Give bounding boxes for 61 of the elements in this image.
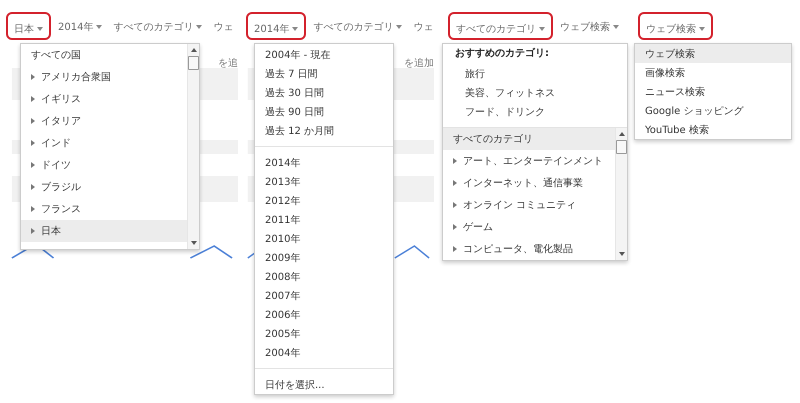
menu-item[interactable]: ニュース検索 bbox=[635, 82, 791, 101]
scroll-down-icon[interactable] bbox=[190, 241, 196, 245]
filter-dropdown-button[interactable]: ウェブ検索 bbox=[556, 16, 623, 38]
menu-item[interactable]: 2011年 bbox=[255, 210, 393, 229]
filter-dropdown-button[interactable]: 2014年 bbox=[54, 16, 106, 38]
menu-item[interactable]: コンピュータ、電化製品 bbox=[443, 238, 615, 260]
menu-item[interactable]: 2006年 bbox=[255, 305, 393, 324]
menu-item[interactable]: インド bbox=[21, 132, 187, 154]
menu-item[interactable]: 2004年 bbox=[255, 343, 393, 362]
scroll-up-icon[interactable] bbox=[190, 48, 196, 52]
menu-item[interactable]: 日本 bbox=[21, 220, 187, 242]
menu-item[interactable]: 画像検索 bbox=[635, 63, 791, 82]
menu-item[interactable]: 過去 30 日間 bbox=[255, 83, 393, 102]
menu-item[interactable]: ブラジル bbox=[21, 176, 187, 198]
filter-dropdown-button[interactable]: すべてのカテゴリ bbox=[309, 16, 406, 38]
menu-item[interactable]: イタリア bbox=[21, 110, 187, 132]
scrollbar[interactable] bbox=[187, 44, 199, 249]
menu-item[interactable]: 2009年 bbox=[255, 248, 393, 267]
filter-dropdown-button[interactable]: すべてのカテゴリ bbox=[109, 16, 206, 38]
menu-item[interactable]: 2014年 bbox=[255, 153, 393, 172]
menu-item[interactable]: オンライン コミュニティ bbox=[443, 194, 615, 216]
menu-item[interactable]: アート、エンターテインメント bbox=[443, 150, 615, 172]
scrollbar[interactable] bbox=[615, 128, 627, 260]
menu-item[interactable]: 2012年 bbox=[255, 191, 393, 210]
background-text: を追加 bbox=[404, 56, 434, 70]
background-text: を追 bbox=[218, 57, 238, 70]
menu-item[interactable]: アメリカ合衆国 bbox=[21, 66, 187, 88]
menu-item[interactable]: フランス bbox=[21, 198, 187, 220]
menu-item[interactable]: イギリス bbox=[21, 88, 187, 110]
menu-item[interactable]: ゲーム bbox=[443, 216, 615, 238]
menu-item[interactable]: 旅行 bbox=[443, 64, 627, 83]
filter-dropdown-button[interactable]: ウェブ検索 bbox=[638, 12, 713, 40]
menu-item[interactable]: 過去 7 日間 bbox=[255, 64, 393, 83]
filter-dropdown-button[interactable]: ウェ bbox=[209, 16, 238, 38]
section-heading: おすすめのカテゴリ: bbox=[454, 46, 550, 61]
menu-item[interactable]: フード、ドリンク bbox=[443, 102, 627, 121]
menu-item[interactable]: 過去 12 か月間 bbox=[255, 121, 393, 140]
menu-item[interactable]: 2010年 bbox=[255, 229, 393, 248]
filter-dropdown-button[interactable]: 2014年 bbox=[246, 12, 306, 40]
menu-item[interactable]: 2005年 bbox=[255, 324, 393, 343]
scrollbar-thumb[interactable] bbox=[616, 140, 627, 154]
scroll-up-icon[interactable] bbox=[618, 132, 624, 136]
menu-item[interactable]: 2007年 bbox=[255, 286, 393, 305]
menu-item[interactable]: ウェブ検索 bbox=[635, 44, 791, 63]
menu-item[interactable]: すべてのカテゴリ bbox=[443, 128, 615, 150]
menu-item[interactable]: 2008年 bbox=[255, 267, 393, 286]
menu-item[interactable]: Google ショッピング bbox=[635, 101, 791, 120]
filter-dropdown-button[interactable]: ウェ bbox=[409, 16, 434, 38]
menu-item[interactable]: ドイツ bbox=[21, 154, 187, 176]
scrollbar-thumb[interactable] bbox=[188, 56, 199, 70]
filter-dropdown-button[interactable]: すべてのカテゴリ bbox=[448, 12, 553, 40]
menu-item[interactable]: インターネット、通信事業 bbox=[443, 172, 615, 194]
menu-item[interactable]: 2013年 bbox=[255, 172, 393, 191]
menu-item[interactable]: YouTube 検索 bbox=[635, 120, 791, 139]
menu-item[interactable]: すべての国 bbox=[21, 44, 187, 66]
menu-item[interactable]: 美容、フィットネス bbox=[443, 83, 627, 102]
filter-dropdown-button[interactable]: 日本 bbox=[6, 12, 51, 40]
scroll-down-icon[interactable] bbox=[618, 252, 624, 256]
menu-item[interactable]: 2004年 - 現在 bbox=[255, 45, 393, 64]
menu-item[interactable]: 日付を選択... bbox=[255, 375, 393, 394]
menu-item[interactable]: 過去 90 日間 bbox=[255, 102, 393, 121]
